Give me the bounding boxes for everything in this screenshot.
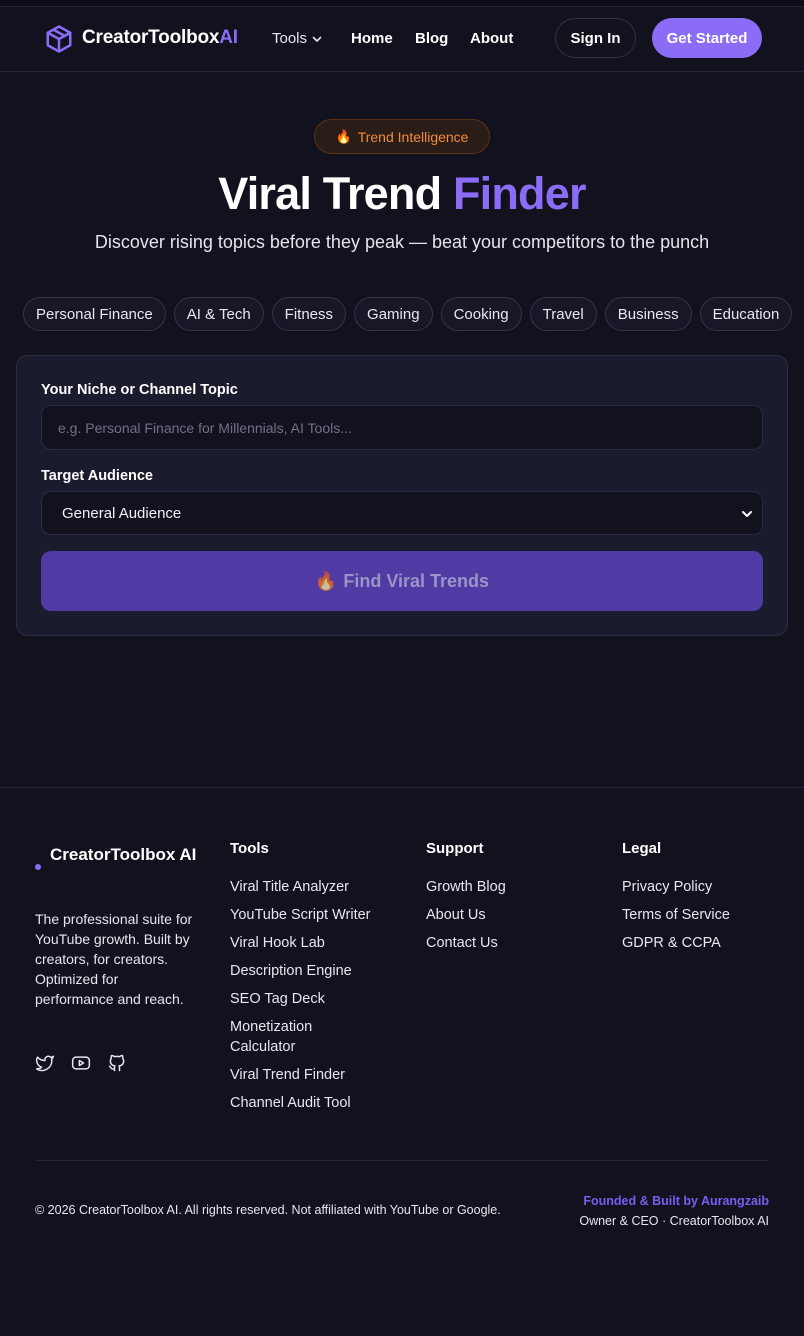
footer-link-about-us[interactable]: About Us <box>426 905 506 925</box>
footer-tools-title: Tools <box>230 840 269 857</box>
niche-label: Your Niche or Channel Topic <box>41 382 238 398</box>
footer-legal-list: Privacy Policy Terms of Service GDPR & C… <box>622 877 730 961</box>
footer-link-contact-us[interactable]: Contact Us <box>426 933 506 953</box>
find-button-label: Find Viral Trends <box>343 570 490 591</box>
footer-link-viral-title-analyzer[interactable]: Viral Title Analyzer <box>230 877 390 897</box>
chevron-down-icon <box>742 511 752 517</box>
footer: CreatorToolbox AI The professional suite… <box>0 787 804 1336</box>
footer-link-monetization-calculator[interactable]: Monetization Calculator <box>230 1017 340 1057</box>
niche-chips: Personal Finance AI & Tech Fitness Gamin… <box>23 297 793 331</box>
chip-business[interactable]: Business <box>604 297 692 331</box>
nav-home[interactable]: Home <box>351 30 393 47</box>
title-accent: Finder <box>452 168 587 219</box>
footer-link-youtube-script-writer[interactable]: YouTube Script Writer <box>230 905 390 925</box>
footer-link-viral-hook-lab[interactable]: Viral Hook Lab <box>230 933 390 953</box>
footer-legal-title: Legal <box>622 840 662 857</box>
footer-link-privacy-policy[interactable]: Privacy Policy <box>622 877 730 897</box>
footer-tools-list: Viral Title Analyzer YouTube Script Writ… <box>230 877 390 1121</box>
audience-select[interactable]: General Audience <box>41 491 763 535</box>
chip-ai-tech[interactable]: AI & Tech <box>173 297 264 331</box>
nav-tools-dropdown[interactable]: Tools <box>272 30 323 47</box>
chip-gaming[interactable]: Gaming <box>354 297 433 331</box>
brand-logo[interactable]: CreatorToolboxAI <box>82 27 238 49</box>
brand-accent: AI <box>219 27 238 48</box>
nav-blog[interactable]: Blog <box>415 30 448 47</box>
github-icon[interactable] <box>107 1053 127 1073</box>
brand-dot-icon <box>35 864 41 870</box>
navbar: CreatorToolboxAI Tools Home Blog About S… <box>0 7 804 72</box>
badge-label: Trend Intelligence <box>357 128 469 145</box>
page-title: Viral Trend Finder <box>0 168 804 220</box>
chip-personal-finance[interactable]: Personal Finance <box>23 297 166 331</box>
youtube-icon[interactable] <box>71 1053 91 1073</box>
find-viral-trends-button[interactable]: 🔥 Find Viral Trends <box>41 551 763 611</box>
twitter-icon[interactable] <box>35 1053 55 1073</box>
footer-link-viral-trend-finder[interactable]: Viral Trend Finder <box>230 1065 390 1085</box>
footer-link-terms-of-service[interactable]: Terms of Service <box>622 905 730 925</box>
cube-logo-icon <box>46 25 72 53</box>
get-started-button[interactable]: Get Started <box>652 18 762 58</box>
footer-link-description-engine[interactable]: Description Engine <box>230 961 390 981</box>
nav-tools-label: Tools <box>272 30 308 47</box>
fire-icon: 🔥 <box>314 570 338 591</box>
footer-description: The professional suite for YouTube growt… <box>35 911 193 1007</box>
footer-divider <box>35 1160 769 1161</box>
audience-label: Target Audience <box>41 468 153 484</box>
fire-icon: 🔥 <box>335 128 352 144</box>
footer-copyright: © 2026 CreatorToolbox AI. All rights res… <box>35 1203 501 1217</box>
footer-link-channel-audit-tool[interactable]: Channel Audit Tool <box>230 1093 390 1113</box>
footer-support-list: Growth Blog About Us Contact Us <box>426 877 506 961</box>
chip-travel[interactable]: Travel <box>529 297 597 331</box>
footer-founded[interactable]: Founded & Built by Aurangzaib <box>583 1194 769 1208</box>
nav-about[interactable]: About <box>470 30 513 47</box>
footer-link-growth-blog[interactable]: Growth Blog <box>426 877 506 897</box>
page-subtitle: Discover rising topics before they peak … <box>94 232 710 252</box>
footer-brand: CreatorToolbox AI <box>50 845 197 864</box>
chip-cooking[interactable]: Cooking <box>440 297 522 331</box>
footer-owner: Owner & CEO · CreatorToolbox AI <box>579 1214 769 1228</box>
chevron-down-icon <box>312 36 322 42</box>
top-edge <box>0 0 804 7</box>
footer-support-title: Support <box>426 840 484 857</box>
footer-link-gdpr-ccpa[interactable]: GDPR & CCPA <box>622 933 730 953</box>
niche-input[interactable] <box>41 405 763 450</box>
brand-name: CreatorToolbox <box>82 27 220 48</box>
title-main: Viral Trend <box>218 168 453 219</box>
chip-fitness[interactable]: Fitness <box>271 297 347 331</box>
trend-form-card: Your Niche or Channel Topic Target Audie… <box>16 355 788 636</box>
trend-intelligence-badge: 🔥 Trend Intelligence <box>314 119 490 154</box>
audience-selected-value: General Audience <box>62 504 182 522</box>
chip-education[interactable]: Education <box>699 297 793 331</box>
footer-link-seo-tag-deck[interactable]: SEO Tag Deck <box>230 989 390 1009</box>
sign-in-button[interactable]: Sign In <box>555 18 636 58</box>
